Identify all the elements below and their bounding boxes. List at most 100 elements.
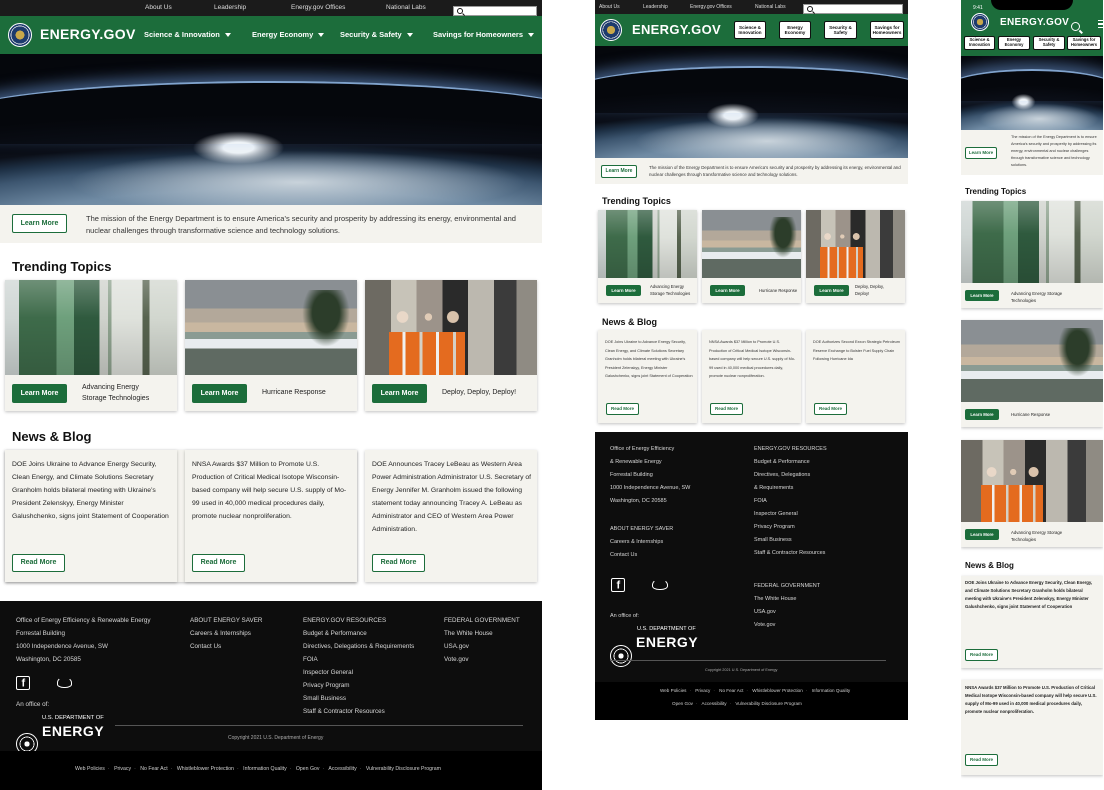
footer-link[interactable]: Staff & Contractor Resources — [303, 705, 414, 718]
energy-wordmark[interactable]: ENERGY — [42, 723, 104, 739]
twitter-icon[interactable] — [651, 575, 669, 591]
nav-pill-economy[interactable]: Energy Economy — [779, 21, 811, 39]
util-link-leadership[interactable]: Leadership — [643, 4, 668, 10]
news-text[interactable]: NNSA Awards $37 Million to Promote U.S. … — [965, 684, 1099, 716]
footer-link[interactable]: The White House — [444, 627, 520, 640]
nav-pill-science[interactable]: Science & Innovation — [734, 21, 766, 39]
footer-bottom-link[interactable]: Privacy — [114, 766, 131, 772]
doe-seal-logo[interactable] — [600, 19, 622, 41]
trending-learn-more-button[interactable]: Learn More — [192, 384, 247, 403]
footer-link[interactable]: Inspector General — [303, 666, 414, 679]
nav-pill-savings[interactable]: Savings for Homeowners — [870, 21, 904, 39]
brand-logo[interactable]: ENERGY.GOV — [1000, 17, 1069, 28]
footer-link[interactable]: Contact Us — [190, 640, 262, 653]
footer-link[interactable]: Privacy Program — [754, 521, 827, 534]
footer-link[interactable]: USA.gov — [444, 640, 520, 653]
nav-pill-science[interactable]: Science & Innovation — [964, 36, 995, 50]
util-link-offices[interactable]: Energy.gov Offices — [690, 4, 732, 10]
footer-bottom-link[interactable]: No Fear Act — [719, 688, 743, 693]
util-link-labs[interactable]: National Labs — [386, 4, 426, 11]
trending-learn-more-button[interactable]: Learn More — [12, 384, 67, 403]
energy-wordmark[interactable]: ENERGY — [636, 634, 698, 650]
footer-link[interactable]: Small Business — [754, 534, 827, 547]
trending-learn-more-button[interactable]: Learn More — [814, 285, 849, 296]
footer-link[interactable]: Vote.gov — [754, 619, 820, 632]
footer-link[interactable]: Budget & Performance — [303, 627, 414, 640]
news-text[interactable]: DOE Joins Ukraine to Advance Energy Secu… — [965, 579, 1099, 611]
doe-seal-logo[interactable] — [8, 23, 32, 47]
news-read-more-button[interactable]: Read More — [12, 554, 65, 572]
footer-link[interactable]: Vote.gov — [444, 653, 520, 666]
nav-pill-economy[interactable]: Energy Economy — [998, 36, 1030, 50]
nav-security[interactable]: Security & Safety — [340, 30, 413, 39]
footer-link[interactable]: Contact Us — [610, 549, 673, 562]
news-read-more-button[interactable]: Read More — [710, 403, 743, 415]
nav-savings[interactable]: Savings for Homeowners — [433, 30, 535, 39]
footer-link[interactable]: Directives, Delegations & Requirements — [303, 640, 414, 653]
news-text[interactable]: NNSA Awards $37 Million to Promote U.S. … — [192, 458, 350, 523]
footer-link[interactable]: FOIA — [754, 495, 827, 508]
util-link-leadership[interactable]: Leadership — [214, 4, 246, 11]
footer-bottom-link[interactable]: Accessibility — [702, 701, 727, 706]
util-link-labs[interactable]: National Labs — [755, 4, 786, 10]
footer-bottom-link[interactable]: Whistleblower Protection — [177, 766, 234, 772]
twitter-icon[interactable] — [55, 673, 73, 689]
footer-bottom-link[interactable]: Information Quality — [812, 688, 851, 693]
footer-link[interactable]: FOIA — [303, 653, 414, 666]
footer-bottom-link[interactable]: Web Policies — [75, 766, 105, 772]
footer-link[interactable]: Staff & Contractor Resources — [754, 547, 827, 560]
footer-bottom-link[interactable]: Open Gov — [296, 766, 320, 772]
footer-link[interactable]: Careers & Internships — [190, 627, 262, 640]
search-input[interactable] — [453, 6, 537, 16]
nav-economy[interactable]: Energy Economy — [252, 30, 325, 39]
facebook-icon[interactable] — [611, 578, 625, 592]
mission-learn-more-button[interactable]: Learn More — [965, 147, 997, 159]
footer-link[interactable]: & Requirements — [754, 482, 827, 495]
footer-link[interactable]: Budget & Performance — [754, 456, 827, 469]
nav-science[interactable]: Science & Innovation — [144, 30, 231, 39]
footer-bottom-link[interactable]: Whistleblower Protection — [752, 688, 803, 693]
mission-learn-more-button[interactable]: Learn More — [12, 214, 67, 233]
trending-learn-more-button[interactable]: Learn More — [965, 529, 999, 540]
trending-learn-more-button[interactable]: Learn More — [965, 290, 999, 301]
trending-learn-more-button[interactable]: Learn More — [710, 285, 745, 296]
footer-bottom-link[interactable]: Information Quality — [243, 766, 287, 772]
footer-bottom-link[interactable]: No Fear Act — [140, 766, 167, 772]
news-text[interactable]: NNSA Awards $37 Million to Promote U.S. … — [709, 338, 797, 381]
news-read-more-button[interactable]: Read More — [965, 754, 998, 766]
trending-learn-more-button[interactable]: Learn More — [372, 384, 427, 403]
news-read-more-button[interactable]: Read More — [606, 403, 639, 415]
mission-learn-more-button[interactable]: Learn More — [601, 165, 637, 178]
news-text[interactable]: DOE Authorizes Second Exxon Strategic Pe… — [813, 338, 901, 364]
news-read-more-button[interactable]: Read More — [372, 554, 425, 572]
news-text[interactable]: DOE Joins Ukraine to Advance Energy Secu… — [605, 338, 693, 381]
doe-seal-logo[interactable] — [971, 13, 989, 31]
footer-bottom-link[interactable]: Web Policies — [660, 688, 686, 693]
util-link-offices[interactable]: Energy.gov Offices — [291, 4, 345, 11]
footer-bottom-link[interactable]: Accessibility — [328, 766, 356, 772]
news-read-more-button[interactable]: Read More — [965, 649, 998, 661]
footer-link[interactable]: Small Business — [303, 692, 414, 705]
footer-bottom-link[interactable]: Open Gov — [672, 701, 693, 706]
search-input[interactable] — [803, 4, 903, 14]
footer-link[interactable]: The White House — [754, 593, 820, 606]
footer-link[interactable]: USA.gov — [754, 606, 820, 619]
util-link-about[interactable]: About Us — [599, 4, 620, 10]
news-read-more-button[interactable]: Read More — [192, 554, 245, 572]
news-text[interactable]: DOE Joins Ukraine to Advance Energy Secu… — [12, 458, 170, 523]
footer-link[interactable]: Careers & Internships — [610, 536, 673, 549]
nav-pill-savings[interactable]: Savings for Homeowners — [1067, 36, 1101, 50]
news-text[interactable]: DOE Announces Tracey LeBeau as Western A… — [372, 458, 532, 536]
brand-logo[interactable]: ENERGY.GOV — [40, 26, 136, 42]
facebook-icon[interactable] — [16, 676, 30, 690]
search-icon[interactable] — [1071, 22, 1080, 31]
nav-pill-security[interactable]: Security & Safety — [1033, 36, 1065, 50]
brand-logo[interactable]: ENERGY.GOV — [632, 22, 721, 37]
footer-bottom-link[interactable]: Vulnerability Disclosure Program — [735, 701, 801, 706]
news-read-more-button[interactable]: Read More — [814, 403, 847, 415]
nav-pill-security[interactable]: Security & Safety — [824, 21, 857, 39]
trending-learn-more-button[interactable]: Learn More — [965, 409, 999, 420]
footer-bottom-link[interactable]: Privacy — [695, 688, 710, 693]
footer-bottom-link[interactable]: Vulnerability Disclosure Program — [366, 766, 441, 772]
util-link-about[interactable]: About Us — [145, 4, 172, 11]
